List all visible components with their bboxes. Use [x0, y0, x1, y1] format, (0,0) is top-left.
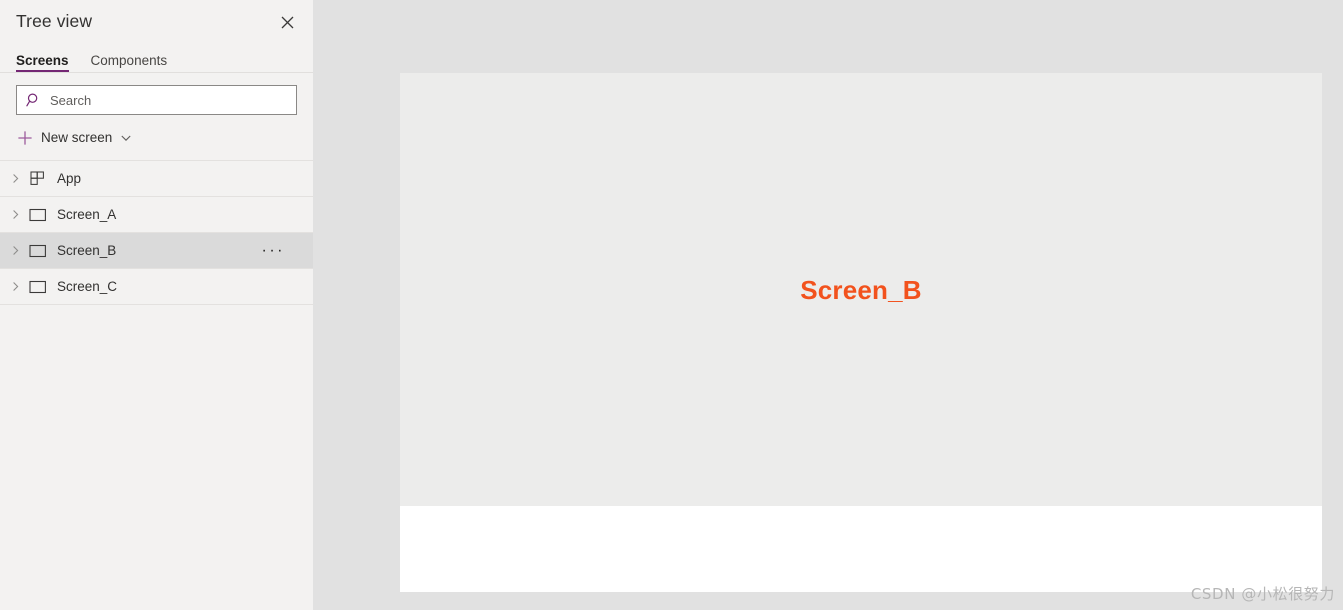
tree-node-label: Screen_B	[57, 242, 117, 258]
expand-chevron-icon[interactable]	[6, 206, 24, 224]
tree-node-label: App	[57, 170, 82, 186]
new-screen-button[interactable]: New screen	[16, 123, 137, 153]
screen-rect-icon	[27, 277, 49, 297]
app-canvas[interactable]: Screen_B	[400, 73, 1322, 592]
plus-icon	[16, 129, 34, 147]
tree-node-label: Screen_C	[57, 278, 118, 294]
expand-chevron-icon[interactable]	[6, 242, 24, 260]
canvas-screen-area[interactable]: Screen_B	[400, 73, 1322, 506]
watermark: CSDN @小松很努力	[1190, 585, 1335, 603]
canvas-screen-label: Screen_B	[800, 274, 922, 305]
panel-tools: New screen	[0, 73, 313, 153]
canvas-footer-area[interactable]	[400, 506, 1322, 592]
expand-chevron-icon[interactable]	[6, 278, 24, 296]
close-icon	[281, 16, 294, 29]
tree-row[interactable]: Screen_C	[0, 269, 313, 305]
app-grid-icon	[27, 169, 49, 189]
panel-tabs: Screens Components	[0, 44, 313, 72]
screen-rect-icon	[27, 205, 49, 225]
tree-node-label: Screen_A	[57, 206, 117, 222]
tree-row[interactable]: Screen_A	[0, 197, 313, 233]
chevron-down-icon[interactable]	[119, 131, 133, 145]
page-title: Tree view	[16, 11, 93, 32]
panel-header: Tree view	[0, 0, 313, 44]
new-screen-label: New screen	[41, 130, 113, 146]
tab-screens[interactable]: Screens	[16, 53, 69, 73]
tree-list: App Screen_A Screen_B ··· Screen_C	[0, 160, 313, 610]
app-root: Tree view Screens Components Search New …	[0, 0, 1343, 610]
search-box[interactable]	[16, 85, 297, 115]
close-panel-button[interactable]	[273, 8, 301, 36]
expand-chevron-icon[interactable]	[6, 170, 24, 188]
search-icon	[25, 91, 43, 109]
row-overflow-menu-button[interactable]: ···	[262, 242, 285, 259]
tree-view-panel: Tree view Screens Components Search New …	[0, 0, 313, 610]
tree-row-selected[interactable]: Screen_B ···	[0, 233, 313, 269]
canvas-workspace: Screen_B CSDN @小松很努力	[313, 0, 1343, 610]
tree-row[interactable]: App	[0, 161, 313, 197]
screen-rect-icon	[27, 241, 49, 261]
tab-components[interactable]: Components	[91, 53, 168, 73]
search-input[interactable]	[50, 86, 288, 114]
